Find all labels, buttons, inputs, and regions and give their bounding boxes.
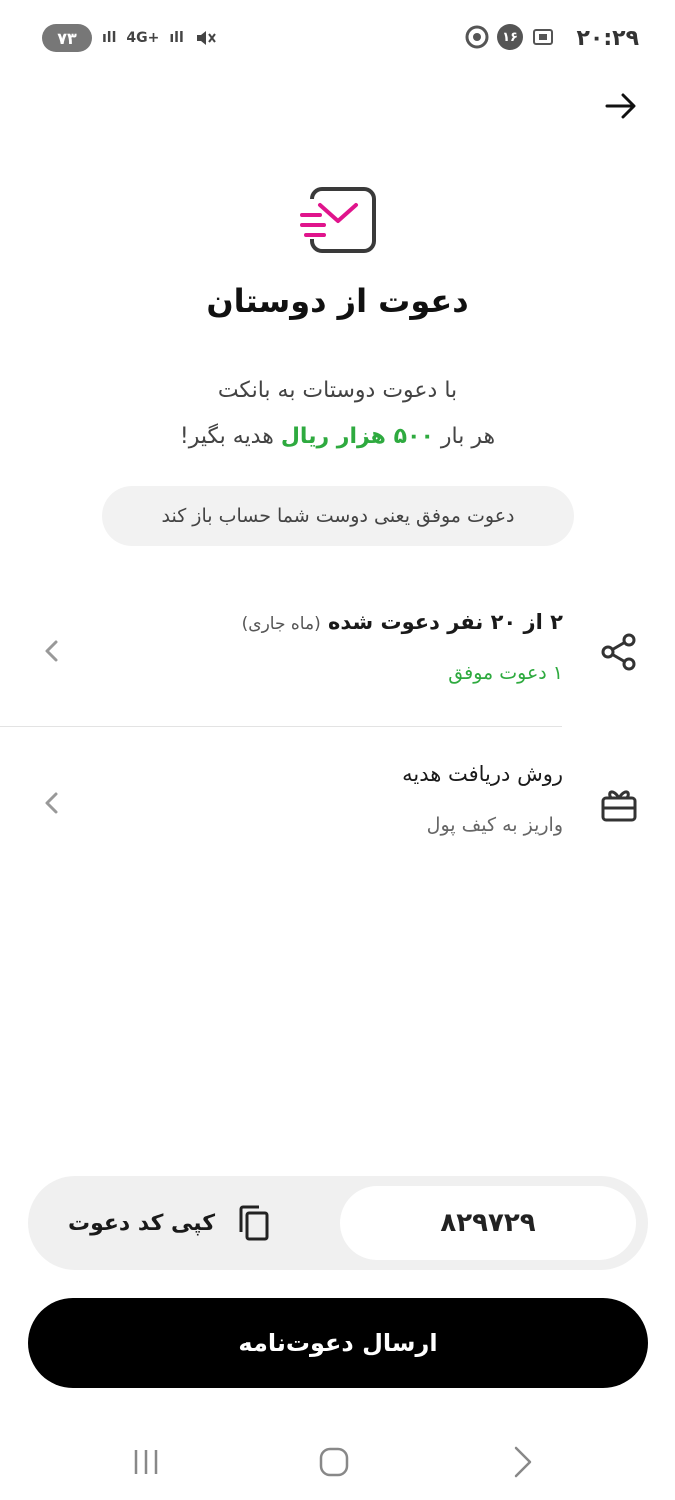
status-left-group: ۷۳ ıll 4G+ ıll [42,24,218,52]
subtitle-suffix: هدیه بگیر! [179,424,274,449]
send-invitation-button[interactable]: ارسال دعوت‌نامه [28,1298,648,1388]
back-arrow-icon[interactable] [603,88,639,124]
divider [0,726,562,727]
invite-code-bar: ۸۲۹۷۲۹ کپی کد دعوت [28,1176,648,1270]
gift-method-row[interactable]: روش دریافت هدیه واریز به کیف پول [0,752,675,862]
copy-code-label: کپی کد دعوت [68,1210,216,1236]
home-icon[interactable] [314,1442,354,1482]
chevron-left-icon [45,792,58,814]
invites-count: ۲ از ۲۰ نفر دعوت شده (ماه جاری) [242,610,563,634]
envelope-invite-icon [298,187,376,253]
subtitle: با دعوت دوستات به بانکت هر بار ۵۰۰ هزار … [0,368,675,460]
status-bar: ۷۳ ıll 4G+ ıll ۱۶ ۲۰:۲۹ [0,0,675,78]
back-icon[interactable] [502,1442,542,1482]
gift-method-value: واریز به کیف پول [426,814,563,836]
info-pill: دعوت موفق یعنی دوست شما حساب باز کند [102,486,574,546]
invites-period: (ماه جاری) [241,614,321,634]
share-icon [601,633,636,671]
signal-icon: ıll [102,30,117,46]
battery-indicator: ۷۳ [42,24,92,52]
status-time: ۲۰:۲۹ [576,26,639,51]
subtitle-line-1: با دعوت دوستات به بانکت [217,378,458,403]
recent-apps-icon[interactable] [126,1442,166,1482]
chrome-icon [465,25,489,49]
chevron-left-icon [45,640,58,662]
screenshot-icon [533,29,553,45]
network-type: 4G+ [126,30,160,46]
status-right-group: ۱۶ [465,24,555,50]
invites-count-text: ۲ از ۲۰ نفر دعوت شده [328,610,563,634]
invites-row[interactable]: ۲ از ۲۰ نفر دعوت شده (ماه جاری) ۱ دعوت م… [0,600,675,710]
gift-method-title: روش دریافت هدیه [402,762,563,786]
invite-code: ۸۲۹۷۲۹ [340,1186,636,1260]
copy-code-button[interactable]: کپی کد دعوت [68,1198,271,1248]
notification-count-badge: ۱۶ [497,24,523,50]
mute-icon [196,31,216,45]
page-title: دعوت از دوستان [206,282,469,320]
successful-invites: ۱ دعوت موفق [448,662,563,684]
signal-icon-2: ıll [169,30,184,46]
reward-amount: ۵۰۰ هزار ریال [280,424,434,449]
system-nav-bar [0,1420,675,1500]
copy-icon [239,1205,269,1241]
gift-icon [601,790,637,822]
subtitle-line-2: هر بار ۵۰۰ هزار ریال هدیه بگیر! [0,414,675,460]
subtitle-prefix: هر بار [440,424,496,449]
